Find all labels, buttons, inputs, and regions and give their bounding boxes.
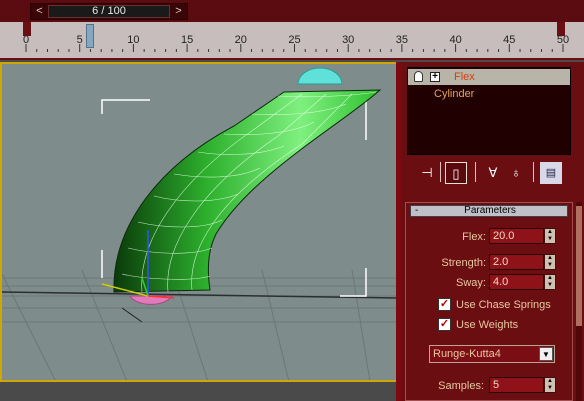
flex-cylinder-mesh[interactable]	[113, 89, 382, 293]
samples-field[interactable]: 5	[489, 377, 544, 393]
frame-counter[interactable]: 6 / 100	[48, 5, 170, 18]
strength-field[interactable]: 2.0	[489, 254, 544, 270]
track-bar[interactable]: 0 5 10 15 20 25 30 35 40 45 50	[0, 22, 584, 60]
stack-item-label: Cylinder	[434, 88, 475, 100]
panel-scrollbar[interactable]	[576, 202, 582, 401]
toolbar-separator	[440, 162, 441, 182]
use-weights-label: Use Weights	[456, 319, 519, 331]
use-chase-springs-checkbox[interactable]: ✓	[438, 298, 451, 311]
ground-axis-line	[2, 291, 396, 299]
ruler-label: 45	[503, 34, 516, 46]
flex-spinner[interactable]: ▲ ▼	[544, 228, 556, 244]
time-slider-bar: < 6 / 100 >	[0, 0, 584, 22]
pin-stack-icon[interactable]: ⊣	[416, 162, 438, 184]
chevron-left-icon[interactable]: <	[32, 4, 47, 19]
stack-toolbar: ⊣ ▯ ∀ ♁ ▤	[402, 158, 584, 186]
modifier-stack-list[interactable]: + Flex Cylinder	[407, 67, 571, 155]
sway-field[interactable]: 4.0	[489, 274, 544, 290]
command-panel: + Flex Cylinder ⊣ ▯ ∀ ♁ ▤ - Parameters F…	[402, 62, 584, 401]
ruler-label: 30	[342, 34, 355, 46]
strength-label: Strength:	[441, 257, 486, 269]
ruler-label: 25	[288, 34, 301, 46]
pivot-line	[121, 307, 143, 323]
parameters-rollout: - Parameters Flex: 20.0 ▲ ▼ Strength: 2.0…	[405, 202, 573, 401]
stack-item-label: Flex	[454, 71, 475, 83]
solver-value: Runge-Kutta4	[433, 348, 501, 360]
current-time-marker[interactable]	[86, 24, 95, 48]
remove-modifier-icon[interactable]: ♁	[505, 162, 527, 184]
stack-item-flex[interactable]: + Flex	[408, 69, 570, 85]
ruler-label: 50	[556, 34, 570, 46]
samples-spinner[interactable]: ▲ ▼	[544, 377, 556, 393]
scrollbar-thumb[interactable]	[576, 206, 582, 326]
ruler-label: 5	[76, 34, 83, 46]
flex-field[interactable]: 20.0	[489, 228, 544, 244]
ruler-label: 0	[22, 34, 30, 46]
rollout-title: Parameters	[464, 205, 516, 216]
viewport-scene	[2, 67, 396, 380]
configure-sets-icon[interactable]: ▤	[540, 162, 562, 184]
chevron-right-icon[interactable]: >	[171, 4, 186, 19]
use-weights-checkbox[interactable]: ✓	[438, 318, 451, 331]
toolbar-separator	[533, 162, 534, 182]
samples-label: Samples:	[438, 380, 484, 392]
ruler-label: 15	[180, 34, 194, 46]
make-unique-icon[interactable]: ∀	[482, 162, 504, 184]
ruler-label: 40	[449, 34, 462, 46]
chevron-down-icon[interactable]: ▼	[539, 347, 553, 361]
sway-label: Sway:	[456, 277, 486, 289]
flex-label: Flex:	[462, 231, 486, 243]
expand-plus-icon[interactable]: +	[430, 72, 440, 82]
use-chase-springs-label: Use Chase Springs	[456, 299, 551, 311]
solver-dropdown[interactable]: Runge-Kutta4 ▼	[429, 345, 555, 363]
strength-spinner[interactable]: ▲ ▼	[544, 254, 556, 270]
center-gizmo-top	[297, 67, 343, 85]
ruler-label: 20	[234, 34, 247, 46]
perspective-viewport[interactable]	[0, 62, 396, 382]
show-end-result-icon[interactable]: ▯	[445, 162, 467, 184]
rollout-header[interactable]: - Parameters	[410, 205, 568, 217]
ruler-label: 35	[395, 34, 409, 46]
toolbar-separator	[475, 162, 476, 182]
sway-spinner[interactable]: ▲ ▼	[544, 274, 556, 290]
ruler-label: 10	[127, 34, 140, 46]
stack-item-cylinder[interactable]: Cylinder	[408, 86, 570, 102]
lightbulb-icon[interactable]	[414, 71, 423, 82]
time-slider[interactable]: < 6 / 100 >	[30, 3, 188, 20]
